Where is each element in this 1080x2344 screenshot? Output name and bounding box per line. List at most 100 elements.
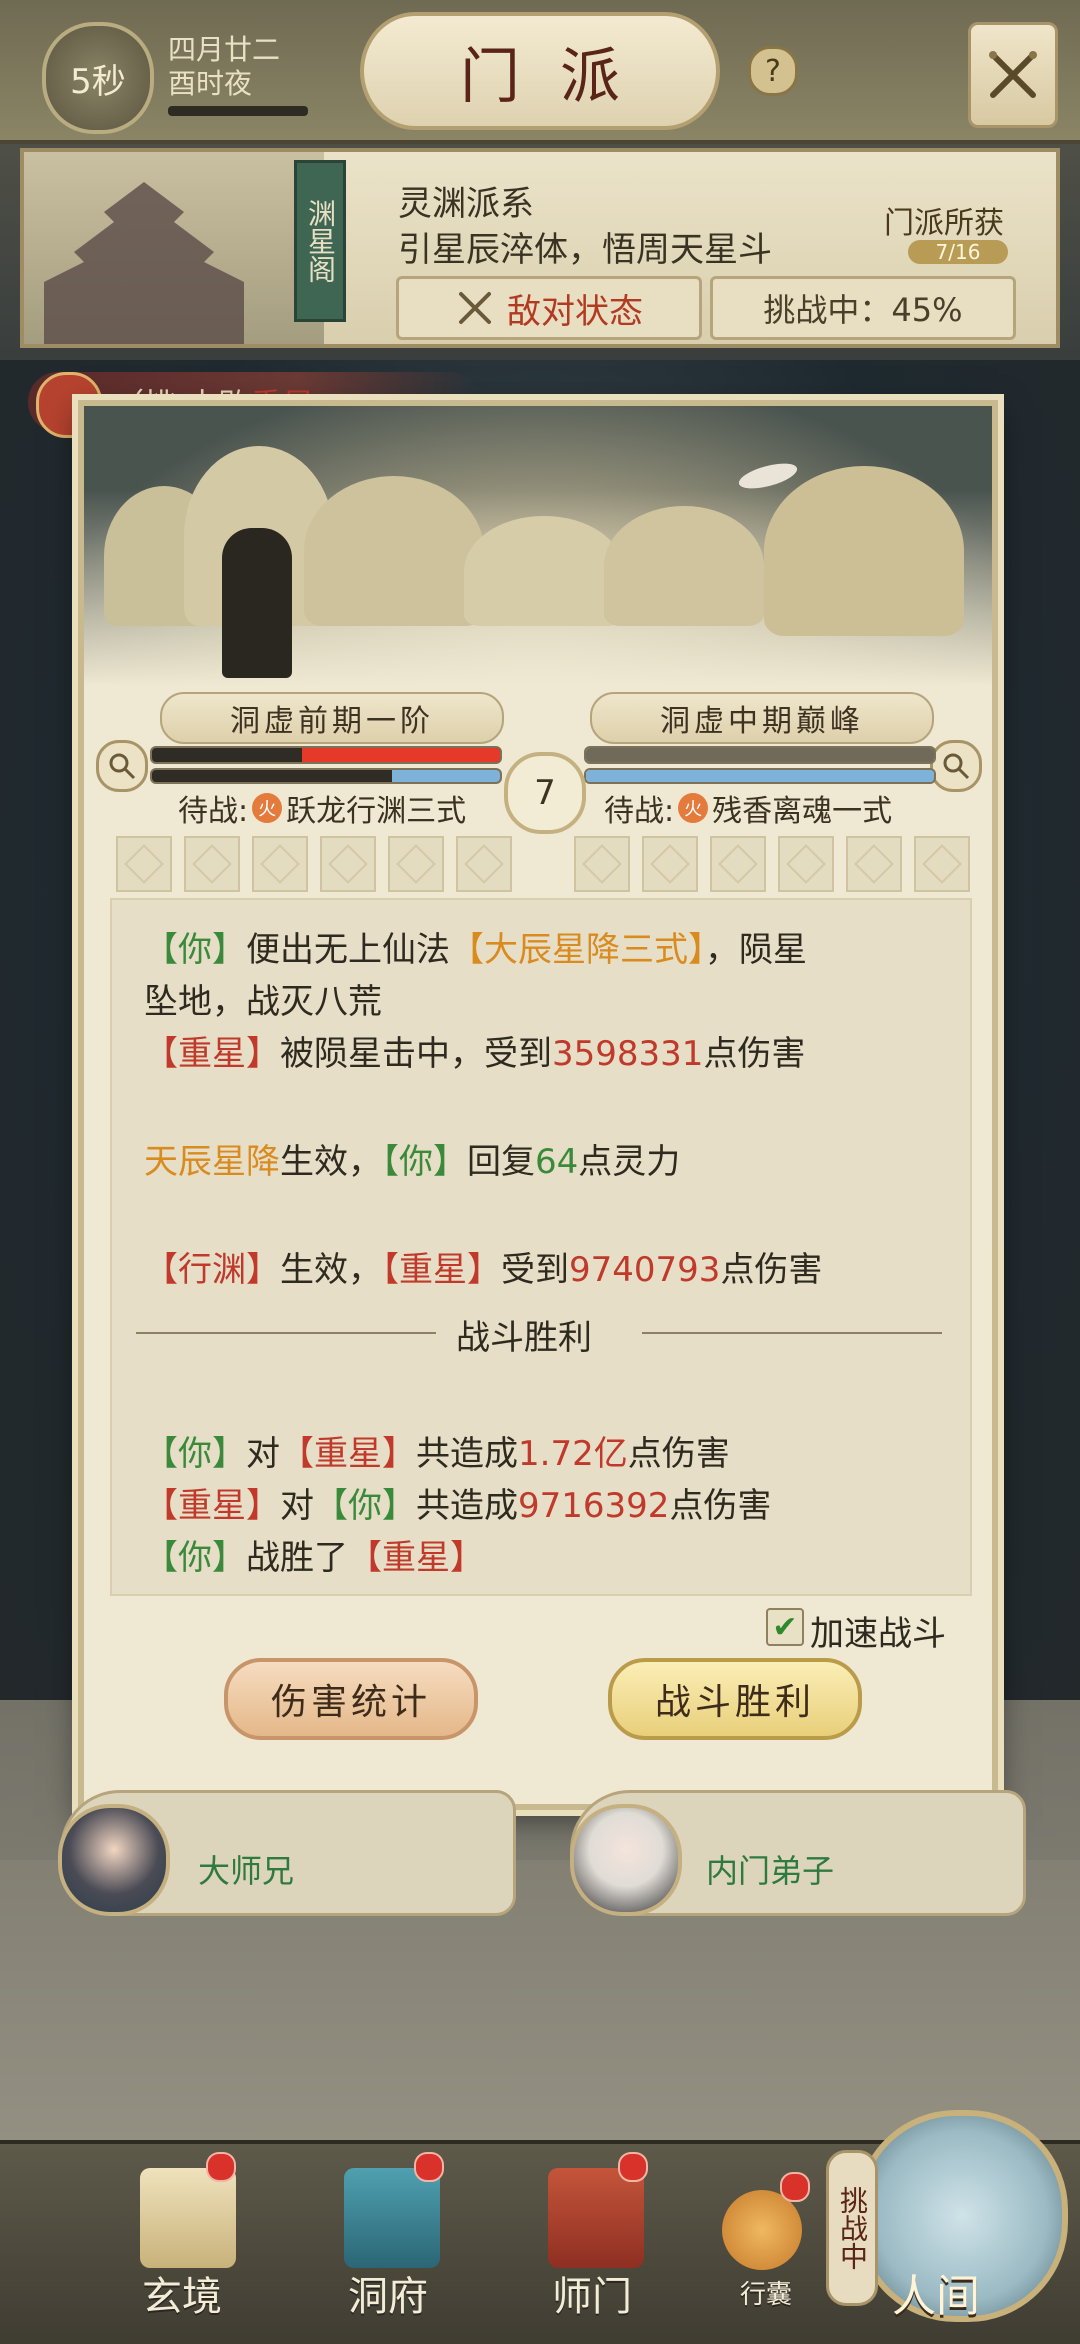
damage-stats-button[interactable]: 伤害统计: [224, 1658, 478, 1740]
summary-line: 【你】对【重星】共造成1.72亿点伤害: [144, 1426, 730, 1475]
sect-illustration: [24, 152, 324, 344]
log-actor: 【重星】: [348, 1538, 484, 1578]
log-text: 被陨星击中，受到: [280, 1034, 552, 1074]
player-skill-slot[interactable]: [252, 836, 308, 892]
sect-name: 灵渊派系: [398, 184, 534, 224]
help-button[interactable]: ?: [748, 46, 798, 96]
nav-item-shimen[interactable]: 师门: [552, 2264, 632, 2322]
log-actor: 【你】: [144, 1538, 246, 1578]
avatar[interactable]: [570, 1804, 682, 1916]
enemy-skill-slot[interactable]: [574, 836, 630, 892]
scroll-icon[interactable]: [140, 2168, 236, 2268]
battle-victory-button[interactable]: 战斗胜利: [608, 1658, 862, 1740]
log-text: 点伤害: [720, 1250, 823, 1290]
player-inspect-button[interactable]: [96, 740, 148, 792]
sect-motto: 引星辰淬体，悟周天星斗: [398, 230, 772, 270]
battle-scene: [84, 406, 992, 686]
enemy-skill-slot[interactable]: [914, 836, 970, 892]
player-skill-slot[interactable]: [320, 836, 376, 892]
log-text: 便出无上仙法: [246, 930, 450, 970]
wait-prefix: 待战:: [604, 794, 675, 829]
player-skill-slot[interactable]: [184, 836, 240, 892]
divider: [136, 1332, 436, 1334]
log-text: 共造成: [416, 1434, 518, 1474]
magnifier-icon: [943, 753, 970, 780]
log-text: 生效，: [280, 1142, 382, 1182]
log-actor: 【重星】: [144, 1486, 280, 1526]
sect-reward-count: 7/16: [908, 240, 1008, 264]
log-line: 【行渊】生效，【重星】受到9740793点伤害: [144, 1242, 822, 1291]
log-text: 回复: [467, 1142, 535, 1182]
log-line: 天辰星降生效，【你】回复64点灵力: [144, 1134, 680, 1183]
enemy-skill-slot[interactable]: [846, 836, 902, 892]
log-text: 共造成: [416, 1486, 518, 1526]
enemy-hp-fill: [586, 748, 934, 762]
challenge-status-tag[interactable]: 挑战中: [826, 2150, 878, 2306]
log-damage: 9716392: [518, 1486, 670, 1526]
page-title: 门派: [360, 12, 720, 130]
cave-palace-icon[interactable]: [344, 2168, 440, 2268]
notification-dot: [780, 2172, 810, 2202]
enemy-pending-skill: 待战: 火 残香离魂一式: [604, 786, 892, 830]
log-skill: 【大辰星降三式】: [450, 930, 705, 970]
close-icon: [989, 51, 1037, 98]
log-actor: 【重星】: [382, 1250, 501, 1290]
log-text: 点伤害: [669, 1486, 772, 1526]
log-actor: 【重星】: [280, 1434, 416, 1474]
fire-element-icon: 火: [678, 793, 709, 823]
hostile-status-button[interactable]: 敌对状态: [396, 276, 702, 340]
log-skill: 天辰星降: [144, 1142, 280, 1182]
log-text: 生效，: [280, 1250, 382, 1290]
log-text: 点灵力: [578, 1142, 681, 1182]
player-skill-slot[interactable]: [456, 836, 512, 892]
player-mp-bar: [150, 768, 502, 784]
sect-banner-icon[interactable]: [548, 2168, 644, 2268]
sect-banner: 渊星阁: [294, 160, 346, 322]
nav-item-xuanjing[interactable]: 玄境: [142, 2264, 222, 2322]
avatar[interactable]: [58, 1804, 170, 1916]
player-hp-bar: [150, 746, 502, 764]
log-heal: 64: [535, 1142, 579, 1182]
nav-item-human-world[interactable]: 人间: [892, 2260, 980, 2324]
log-damage: 9740793: [569, 1250, 721, 1290]
sect-reward-label[interactable]: 门派所获: [884, 198, 1004, 242]
log-text: 点伤害: [703, 1034, 806, 1074]
notification-dot: [206, 2152, 236, 2182]
player-mp-fill: [392, 770, 500, 782]
enemy-skill-slot[interactable]: [710, 836, 766, 892]
close-button[interactable]: [968, 22, 1058, 128]
log-line: 坠地，战灭八荒: [144, 982, 382, 1022]
notification-dot: [618, 2152, 648, 2182]
enemy-skill-slot[interactable]: [642, 836, 698, 892]
timer-badge: 5秒: [42, 22, 154, 134]
notification-dot: [414, 2152, 444, 2182]
player-realm: 洞虚前期一阶: [160, 692, 504, 744]
enemy-inspect-button[interactable]: [930, 740, 982, 792]
player-pending-skill: 待战: 火 跃龙行渊三式: [178, 786, 466, 830]
crossed-swords-icon: [459, 292, 491, 324]
log-line: 【重星】被陨星击中，受到3598331点伤害: [144, 1026, 805, 1075]
log-actor: 【你】: [314, 1486, 416, 1526]
log-text: 战胜了: [246, 1538, 348, 1578]
log-actor: 【你】: [144, 1434, 246, 1474]
enemy-hp-bar: [584, 746, 936, 764]
player-skill-slot[interactable]: [388, 836, 444, 892]
enemy-mp-bar: [584, 768, 936, 784]
nav-item-dongfu[interactable]: 洞府: [348, 2264, 428, 2322]
enemy-realm: 洞虚中期巅峰: [590, 692, 934, 744]
speed-battle-checkbox[interactable]: ✔: [766, 1608, 804, 1646]
player-skill-slot[interactable]: [116, 836, 172, 892]
time-of-day: 酉时夜: [168, 67, 253, 100]
challenge-progress: 挑战中：45%: [710, 276, 1016, 340]
enemy-skill-name: 残香离魂一式: [712, 794, 893, 829]
enemy-mp-fill: [586, 770, 934, 782]
log-text: 点伤害: [627, 1434, 730, 1474]
speed-battle-label[interactable]: 加速战斗: [810, 1606, 946, 1655]
bag-icon[interactable]: [722, 2190, 802, 2270]
hostile-status-label: 敌对状态: [507, 291, 643, 332]
log-actor: 【重星】: [144, 1034, 280, 1074]
pagoda-image: [44, 182, 244, 344]
fire-element-icon: 火: [252, 793, 283, 823]
enemy-skill-slot[interactable]: [778, 836, 834, 892]
nav-item-bag[interactable]: 行囊: [740, 2274, 792, 2311]
